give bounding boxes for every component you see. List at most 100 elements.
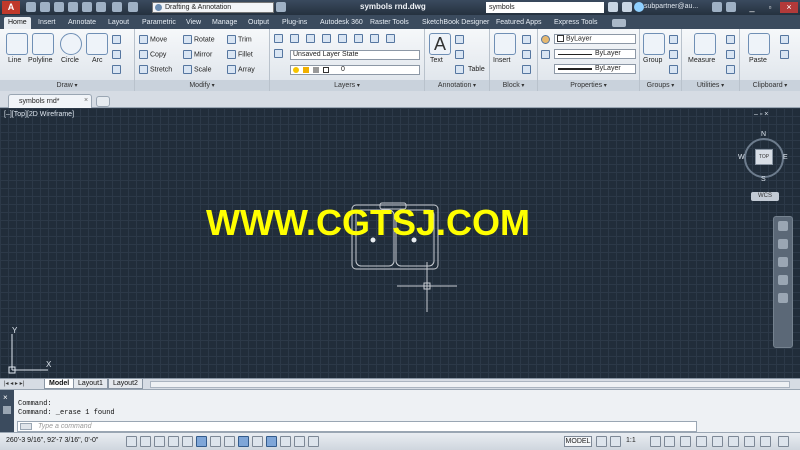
line-label[interactable]: Line	[8, 57, 21, 64]
coordinate-readout[interactable]: 260'-3 9/16", 92'-7 3/16", 0'-0"	[6, 437, 98, 444]
quick-view-layouts-icon[interactable]	[596, 436, 607, 447]
polyline-label[interactable]: Polyline	[28, 57, 53, 64]
block-panel-label[interactable]: Block	[490, 80, 537, 91]
annotation-panel-label[interactable]: Annotation	[425, 80, 489, 91]
measure-icon[interactable]	[694, 33, 716, 55]
viewcube-top-face[interactable]: TOP	[755, 149, 773, 165]
layer-freeze-icon[interactable]	[274, 49, 283, 58]
line-icon[interactable]	[6, 33, 28, 55]
table-label[interactable]: Table	[468, 66, 485, 73]
redo-icon[interactable]	[128, 2, 138, 12]
tab-parametric[interactable]: Parametric	[138, 17, 180, 29]
table-icon[interactable]	[455, 65, 464, 74]
paste-icon[interactable]	[748, 33, 770, 55]
tab-featured-apps[interactable]: Featured Apps	[492, 17, 546, 29]
group-icon[interactable]	[643, 33, 665, 55]
match-properties-icon[interactable]	[541, 35, 550, 44]
ungroup-icon[interactable]	[669, 35, 678, 44]
status-bar-menu-icon[interactable]	[744, 436, 755, 447]
layer-isolate-icon[interactable]	[290, 34, 299, 43]
viewport-controls[interactable]: [–][Top][2D Wireframe]	[4, 111, 74, 118]
otrack-toggle[interactable]	[224, 436, 235, 447]
clipboard-panel-label[interactable]: Clipboard	[740, 80, 800, 91]
rotate-button[interactable]: Rotate	[183, 35, 215, 44]
command-window-handle[interactable]: ×	[0, 390, 14, 433]
osnap-toggle[interactable]	[196, 436, 207, 447]
fullscreen-icon[interactable]	[778, 436, 789, 447]
exchange-icon[interactable]	[712, 2, 722, 12]
list-icon[interactable]	[541, 50, 550, 59]
quick-select-icon[interactable]	[726, 35, 735, 44]
tab-autodesk-360[interactable]: Autodesk 360	[316, 17, 367, 29]
insert-label[interactable]: Insert	[493, 57, 511, 64]
tab-scroll-arrows[interactable]: |◂ ◂ ▸ ▸|	[4, 380, 40, 388]
id-point-icon[interactable]	[726, 50, 735, 59]
model-space-button[interactable]: MODEL	[564, 436, 592, 447]
drawing-area[interactable]: [–][Top][2D Wireframe] ‒ ▫ × WWW.CGTSJ.C…	[0, 108, 800, 378]
compass-south[interactable]: S	[761, 176, 766, 183]
layer-previous-icon[interactable]	[338, 34, 347, 43]
minimize-button[interactable]: _	[744, 2, 760, 13]
app-logo[interactable]: A	[2, 1, 20, 14]
fillet-button[interactable]: Fillet	[227, 50, 253, 59]
tab-layout[interactable]: Layout	[104, 17, 133, 29]
viewport-window-buttons[interactable]: ‒ ▫ ×	[754, 111, 794, 119]
search-input[interactable]: symbols	[486, 2, 604, 13]
polyline-icon[interactable]	[32, 33, 54, 55]
modify-panel-label[interactable]: Modify	[135, 80, 269, 91]
group-edit-icon[interactable]	[669, 50, 678, 59]
quick-view-drawings-icon[interactable]	[610, 436, 621, 447]
tab-annotate[interactable]: Annotate	[64, 17, 100, 29]
text-label[interactable]: Text	[430, 57, 443, 64]
lineweight-dropdown[interactable]: ByLayer	[554, 64, 636, 74]
paste-label[interactable]: Paste	[749, 57, 767, 64]
pan-icon[interactable]	[778, 239, 788, 249]
insert-block-icon[interactable]	[494, 33, 516, 55]
draw-panel-label[interactable]: Draw	[0, 80, 134, 91]
infer-constraints-toggle[interactable]	[126, 436, 137, 447]
close-tab-icon[interactable]: ×	[84, 97, 88, 104]
chevron-down-icon[interactable]	[276, 2, 286, 12]
layer-lock-icon[interactable]	[370, 34, 379, 43]
help-icon[interactable]	[726, 2, 736, 12]
ortho-toggle[interactable]	[168, 436, 179, 447]
group-select-icon[interactable]	[669, 65, 678, 74]
new-tab-button[interactable]	[96, 96, 110, 107]
isolate-objects-icon[interactable]	[728, 436, 739, 447]
annotation-scale[interactable]: 1:1	[626, 437, 636, 444]
zoom-icon[interactable]	[778, 257, 788, 267]
group-label[interactable]: Group	[643, 57, 662, 64]
lock-ui-icon[interactable]	[696, 436, 707, 447]
copy-button[interactable]: Copy	[139, 50, 166, 59]
viewcube[interactable]: TOP N S E W	[738, 131, 790, 184]
close-icon[interactable]: ×	[3, 394, 11, 402]
command-input[interactable]: Type a command	[17, 421, 697, 432]
layer-walk-icon[interactable]	[354, 34, 363, 43]
arc-icon[interactable]	[86, 33, 108, 55]
horizontal-scrollbar[interactable]	[150, 381, 790, 388]
arc-label[interactable]: Arc	[92, 57, 103, 64]
layer-state-dropdown[interactable]: Unsaved Layer State	[290, 50, 420, 60]
compass-east[interactable]: E	[783, 154, 788, 161]
ribbon-toggle-icon[interactable]	[612, 19, 626, 27]
array-button[interactable]: Array	[227, 65, 255, 74]
undo-icon[interactable]	[112, 2, 122, 12]
create-block-icon[interactable]	[522, 35, 531, 44]
hatch-icon[interactable]	[112, 50, 121, 59]
layer-dropdown[interactable]: 0	[290, 65, 420, 75]
circle-icon[interactable]	[60, 33, 82, 55]
text-icon[interactable]: A	[429, 33, 451, 55]
steering-wheel-icon[interactable]	[778, 221, 788, 231]
utilities-panel-label[interactable]: Utilities	[682, 80, 739, 91]
layers-panel-label[interactable]: Layers	[270, 80, 424, 91]
linetype-dropdown[interactable]: ByLayer	[554, 49, 636, 59]
document-tab[interactable]: symbols rnd*	[8, 94, 92, 108]
dimension-icon[interactable]	[455, 35, 464, 44]
compass-north[interactable]: N	[761, 131, 766, 138]
tab-plug-ins[interactable]: Plug-ins	[278, 17, 311, 29]
trim-button[interactable]: Trim	[227, 35, 252, 44]
layer-properties-icon[interactable]	[274, 34, 283, 43]
compass-west[interactable]: W	[738, 154, 745, 161]
lineweight-toggle[interactable]	[266, 436, 277, 447]
restore-button[interactable]: ▫	[762, 2, 778, 13]
